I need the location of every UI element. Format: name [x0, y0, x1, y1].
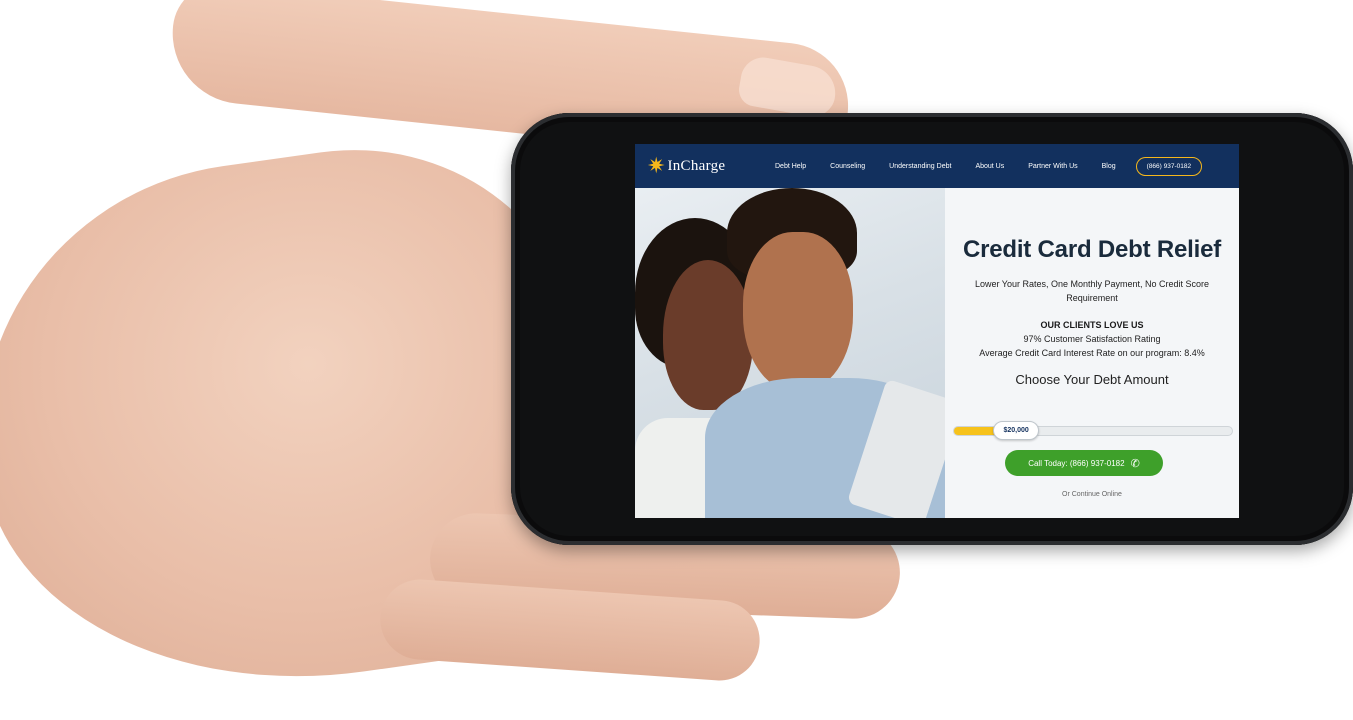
nav-item-understanding-debt[interactable]: Understanding Debt [889, 163, 951, 170]
nav-phone-button[interactable]: (866) 937-0182 [1135, 156, 1203, 176]
photo-shape [743, 232, 853, 392]
call-button-label: Call Today: (866) 937-0182 [1028, 458, 1125, 468]
nav-item-blog[interactable]: Blog [1102, 163, 1116, 170]
phone-screen: ✷ InCharge Debt Help Counseling Understa… [635, 144, 1239, 518]
continue-online-link[interactable]: Or Continue Online [945, 491, 1239, 498]
page-title: Credit Card Debt Relief [962, 236, 1222, 263]
photo-shape [663, 260, 753, 410]
smartphone: ✷ InCharge Debt Help Counseling Understa… [511, 113, 1353, 545]
nav-menu: Debt Help Counseling Understanding Debt … [775, 156, 1203, 176]
nav-item-partner-with-us[interactable]: Partner With Us [1028, 163, 1077, 170]
top-nav: ✷ InCharge Debt Help Counseling Understa… [635, 144, 1239, 188]
phone-icon: ✆ [1130, 457, 1140, 470]
sun-logo-icon: ✷ [647, 153, 666, 178]
logo-text: InCharge [667, 157, 726, 174]
incharge-logo[interactable]: ✷ InCharge [647, 155, 775, 177]
nav-item-counseling[interactable]: Counseling [830, 163, 865, 170]
debt-amount-label: Choose Your Debt Amount [1015, 371, 1169, 387]
hero-section: Credit Card Debt Relief Lower Your Rates… [635, 188, 1239, 518]
hero-content: Credit Card Debt Relief Lower Your Rates… [945, 188, 1239, 518]
slider-handle[interactable]: $20,000 [993, 421, 1040, 440]
call-today-button[interactable]: Call Today: (866) 937-0182 ✆ [1005, 450, 1163, 476]
clients-heading: OUR CLIENTS LOVE US [1040, 319, 1144, 330]
debt-amount-slider[interactable]: $20,000 [953, 421, 1233, 440]
hero-subtitle: Lower Your Rates, One Monthly Payment, N… [974, 279, 1210, 303]
nav-item-about-us[interactable]: About Us [975, 163, 1004, 170]
satisfaction-stat: 97% Customer Satisfaction Rating [1023, 333, 1161, 344]
interest-rate-stat: Average Credit Card Interest Rate on our… [979, 347, 1205, 358]
hero-photo [635, 188, 945, 518]
nav-item-debt-help[interactable]: Debt Help [775, 163, 806, 170]
